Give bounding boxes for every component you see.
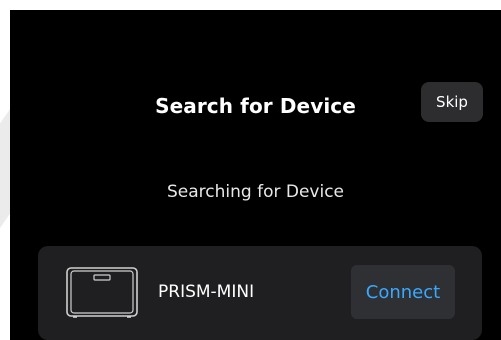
device-list-item[interactable]: PRISM-MINI Connect (38, 246, 482, 340)
skip-button[interactable]: Skip (421, 82, 483, 122)
connect-button[interactable]: Connect (351, 265, 455, 319)
search-status-text: Searching for Device (166, 182, 344, 202)
device-search-screen: Search for Device Skip Searching for Dev… (10, 10, 501, 340)
printer-icon (66, 267, 138, 318)
device-name: PRISM-MINI (158, 282, 255, 302)
